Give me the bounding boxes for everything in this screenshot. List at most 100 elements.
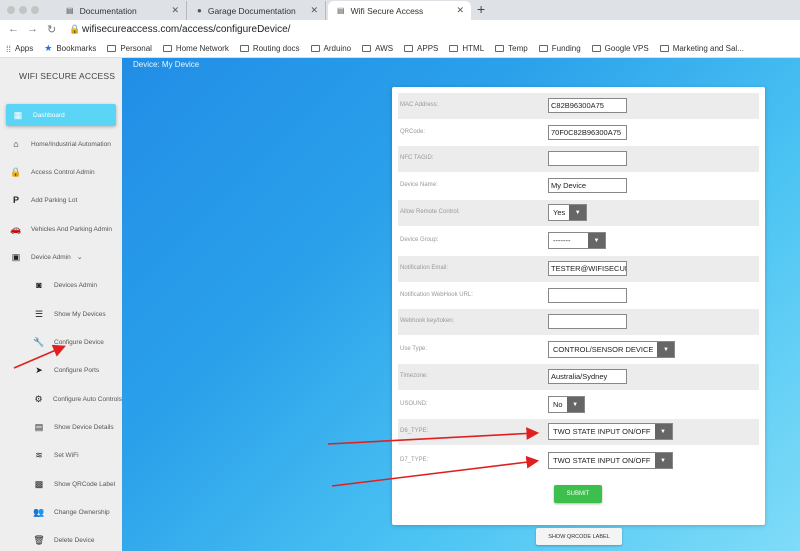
bookmark-folder[interactable]: Personal	[107, 44, 152, 53]
form-row-timezone: Timezone: Australia/Sydney	[398, 364, 759, 390]
sidebar: WIFI SECURE ACCESS ▦ Dashboard ⌂ Home/Indu…	[0, 58, 122, 551]
bookmark-bookmarks[interactable]: ★ Bookmarks	[44, 43, 96, 54]
nfc-tagid-field[interactable]	[548, 151, 627, 166]
d7-type-select[interactable]: TWO STATE INPUT ON/OFF ▼	[548, 452, 673, 469]
sidebar-item-device-admin[interactable]: ▣ Device Admin ⌄	[0, 246, 122, 268]
folder-icon	[495, 45, 505, 52]
trash-icon: 🗑	[33, 534, 45, 545]
mac-address-field[interactable]: C82B96300A75	[548, 98, 627, 113]
bookmark-folder[interactable]: Arduino	[310, 44, 351, 53]
sidebar-item-add-parking-lot[interactable]: P Add Parking Lot	[0, 189, 122, 211]
tab-documentation[interactable]: ▤ Documentation ✕	[57, 1, 187, 20]
chevron-down-icon: ▼	[566, 397, 584, 412]
form-row-email: Notification Email: TESTER@WIFISECUREACC…	[398, 256, 759, 282]
folder-icon	[107, 45, 117, 52]
sidebar-item-show-device-details[interactable]: ▤ Show Device Details	[0, 416, 122, 438]
bookmark-folder[interactable]: Google VPS	[591, 44, 649, 53]
bookmark-folder[interactable]: Marketing and Sal...	[659, 44, 744, 53]
bookmark-folder[interactable]: HTML	[449, 44, 484, 53]
sidebar-item-vehicles-parking[interactable]: 🚗 Vehicles And Parking Admin	[0, 218, 122, 240]
d6-type-select[interactable]: TWO STATE INPUT ON/OFF ▼	[548, 423, 673, 440]
form-row-remote-control: Allow Remote Control: Yes ▼	[398, 200, 759, 226]
allow-remote-control-select[interactable]: Yes ▼	[548, 204, 588, 221]
window-maximize-dot[interactable]	[31, 6, 39, 14]
sidebar-item-configure-auto-controls[interactable]: ⚙ Configure Auto Controls	[0, 388, 122, 410]
sidebar-item-set-wifi[interactable]: ≋ Set WiFi	[0, 444, 122, 466]
apps-grid-icon: ⁞⁞	[6, 43, 12, 54]
bookmark-folder[interactable]: AWS	[362, 44, 393, 53]
devices-icon: ◙	[36, 280, 42, 290]
sidebar-item-show-qrcode-label[interactable]: ▩ Show QRCode Label	[0, 473, 122, 495]
window-minimize-dot[interactable]	[19, 6, 27, 14]
sidebar-item-configure-device[interactable]: 🔧 Configure Device	[0, 331, 122, 353]
sidebar-item-change-ownership[interactable]: 👥 Change Ownership	[0, 501, 122, 523]
lock-icon: 🔒	[69, 24, 81, 34]
webhook-key-field[interactable]	[548, 314, 627, 329]
address-bar: ← → ↻ 🔒 wifisecureaccess.com/access/conf…	[0, 20, 800, 40]
forward-arrow-icon[interactable]: →	[27, 23, 38, 35]
sidebar-item-configure-ports[interactable]: ➤ Configure Ports	[0, 359, 122, 381]
close-tab-icon[interactable]: ✕	[456, 5, 464, 16]
sidebar-item-access-control[interactable]: 🔒 Access Control Admin	[0, 161, 122, 183]
notification-email-field[interactable]: TESTER@WIFISECUREACCESS.COM	[548, 261, 627, 276]
bookmark-folder[interactable]: APPS	[404, 44, 438, 53]
sidebar-item-delete-device[interactable]: 🗑 Delete Device	[0, 529, 122, 551]
chevron-down-icon: ▼	[657, 342, 675, 357]
back-arrow-icon[interactable]: ←	[8, 23, 19, 35]
wrench-icon: 🔧	[33, 336, 45, 347]
show-qrcode-label-button[interactable]: SHOW QRCODE LABEL	[536, 528, 622, 545]
bookmark-apps[interactable]: ⁞⁞ Apps	[6, 44, 33, 54]
use-type-select[interactable]: CONTROL/SENSOR DEVICE ▼	[548, 341, 676, 358]
usound-select[interactable]: No ▼	[548, 396, 585, 413]
chevron-down-icon: ⌄	[76, 254, 83, 261]
sidebar-item-devices-admin[interactable]: ◙ Devices Admin	[0, 274, 122, 296]
bookmark-folder[interactable]: Funding	[538, 44, 581, 53]
tab-garage-documentation[interactable]: ● Garage Documentation ✕	[188, 1, 326, 20]
form-row-mac: MAC Address: C82B96300A75	[398, 93, 759, 119]
new-tab-icon[interactable]: +	[477, 1, 485, 17]
form-row-nfc: NFC TAGID:	[398, 146, 759, 172]
form-row-webhook-key: Webhook key/token:	[398, 309, 759, 335]
sidebar-item-dashboard[interactable]: ▦ Dashboard	[6, 104, 116, 126]
gear-icon: ⚙	[34, 393, 43, 404]
close-tab-icon[interactable]: ✕	[171, 5, 179, 16]
form-row-usound: USOUND: No ▼	[398, 392, 759, 418]
qrcode-icon: ▩	[34, 478, 44, 489]
folder-icon	[449, 45, 459, 52]
users-icon: 👥	[33, 506, 45, 517]
submit-button[interactable]: SUBMIT	[554, 485, 602, 503]
form-row-device-group: Device Group: ------- ▼	[398, 228, 759, 254]
chevron-down-icon: ▼	[569, 205, 587, 220]
form-row-device-name: Device Name: My Device	[398, 173, 759, 199]
window-close-dot[interactable]	[7, 6, 15, 14]
brand-title: WIFI SECURE ACCESS	[19, 71, 116, 81]
url-input[interactable]: wifisecureaccess.com/access/configureDev…	[82, 24, 290, 35]
bookmarks-bar: ⁞⁞ Apps ★ Bookmarks Personal Home Network …	[0, 40, 800, 58]
page-title: Device: My Device	[133, 60, 200, 69]
timezone-field[interactable]: Australia/Sydney	[548, 369, 627, 384]
tab-wifi-secure-access[interactable]: ▤ Wifi Secure Access ✕	[328, 1, 471, 20]
webhook-url-field[interactable]	[548, 288, 627, 303]
folder-icon	[404, 45, 414, 52]
chevron-down-icon: ▼	[588, 233, 605, 248]
form-row-use-type: Use Type: CONTROL/SENSOR DEVICE ▼	[398, 337, 759, 363]
folder-icon	[362, 45, 372, 52]
folder-icon	[310, 45, 320, 52]
car-icon: 🚗	[10, 223, 22, 234]
qrcode-field[interactable]: 70F0C82B96300A75	[548, 125, 627, 140]
bookmark-folder[interactable]: Routing docs	[239, 44, 300, 53]
bookmark-folder[interactable]: Temp	[495, 44, 528, 53]
close-tab-icon[interactable]: ✕	[310, 5, 318, 16]
form-row-webhook: Notification WebHook URL:	[398, 283, 759, 309]
sidebar-item-show-my-devices[interactable]: ☰ Show My Devices	[0, 303, 122, 325]
bookmark-folder[interactable]: Home Network	[162, 44, 229, 53]
github-favicon-icon: ●	[197, 6, 202, 15]
device-name-field[interactable]: My Device	[548, 178, 627, 193]
sidebar-item-home-automation[interactable]: ⌂ Home/Industrial Automation	[0, 133, 122, 155]
page-favicon-icon: ▤	[66, 6, 74, 15]
folder-icon	[659, 45, 669, 52]
device-group-select[interactable]: ------- ▼	[548, 232, 606, 249]
chevron-down-icon: ▼	[654, 453, 672, 468]
device-icon: ▣	[11, 251, 21, 262]
reload-icon[interactable]: ↻	[47, 23, 56, 36]
